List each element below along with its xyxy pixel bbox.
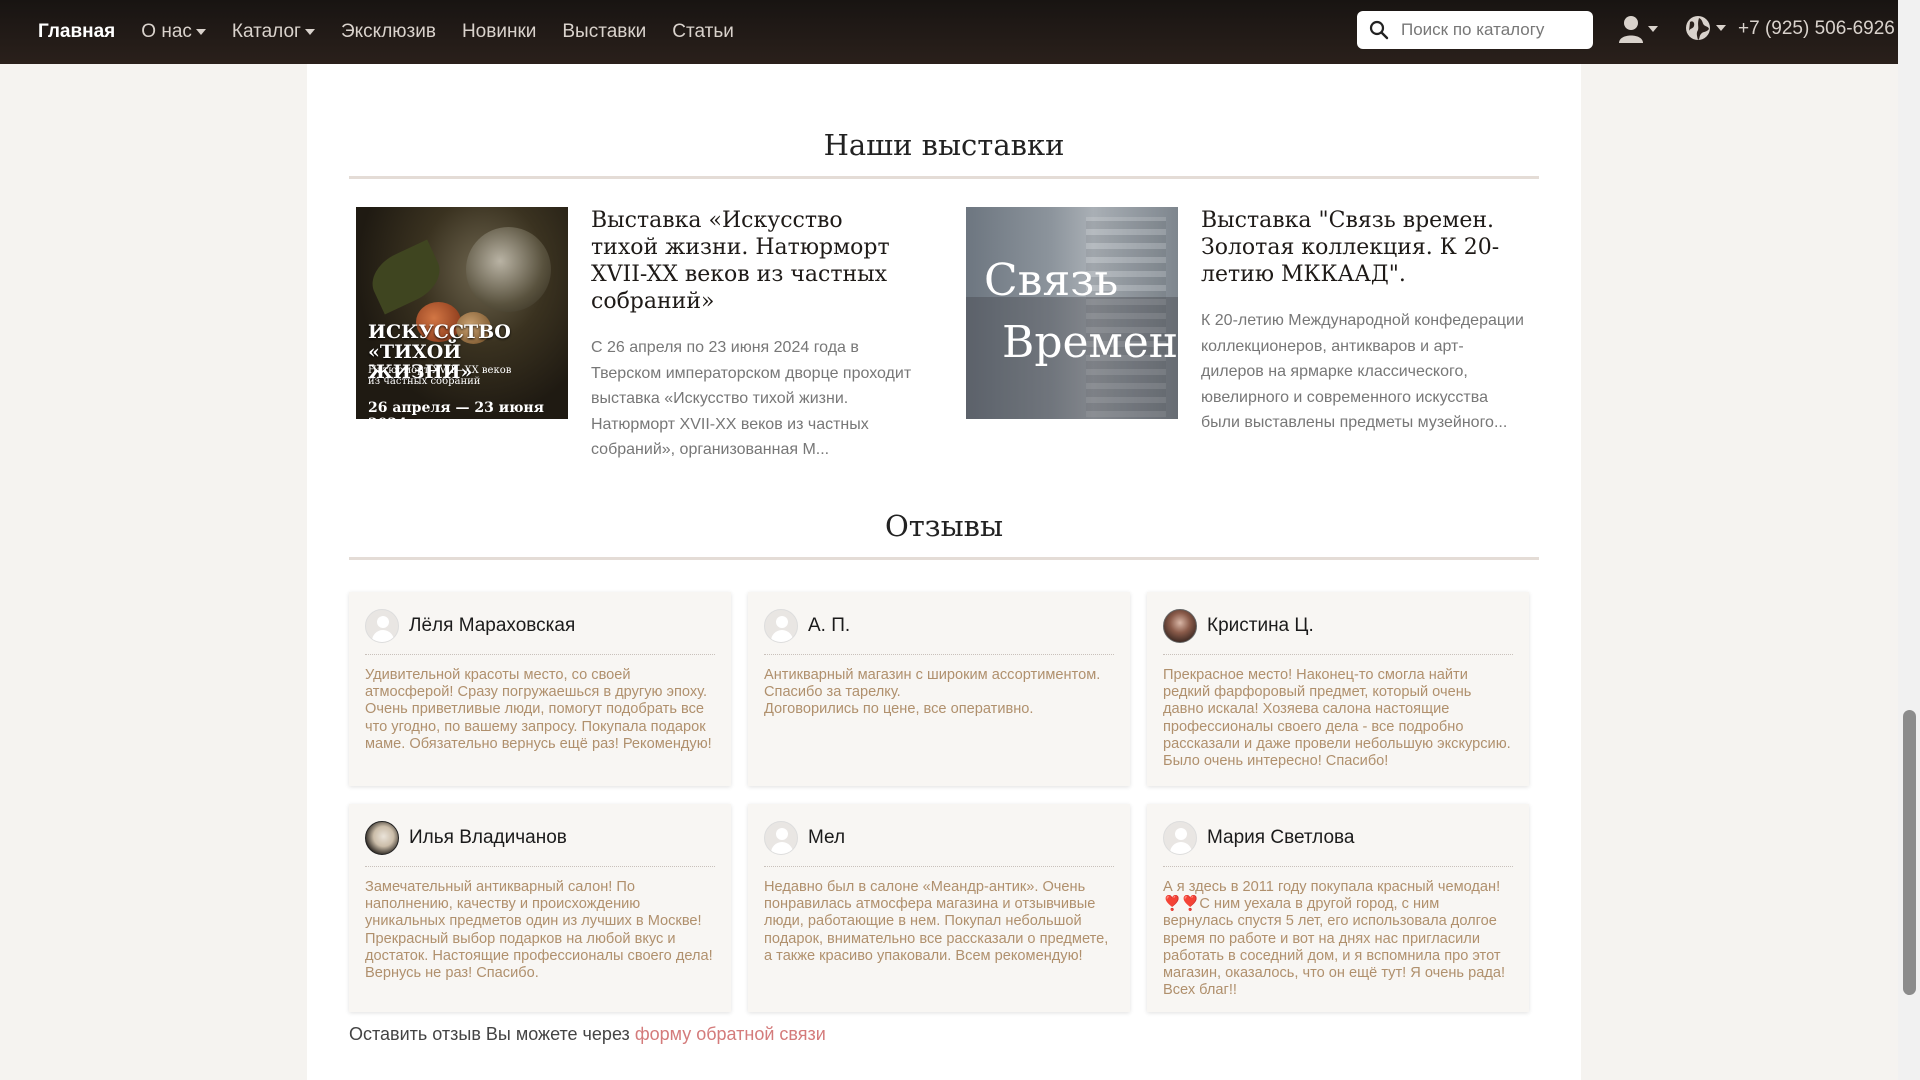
reviewer-name: Мел xyxy=(808,827,846,848)
review-header: Мария Светлова xyxy=(1163,820,1513,856)
review-divider xyxy=(764,654,1114,655)
review-card: Мария Светлова А я здесь в 2011 году пок… xyxy=(1147,804,1529,1012)
exhibition-title[interactable]: Выставка "Связь времен. Золотая коллекци… xyxy=(1201,207,1526,288)
review-text: Прекрасное место! Наконец-то смогла найт… xyxy=(1163,667,1511,770)
review-header: А. П. xyxy=(764,608,1114,644)
review-text: Недавно был в салоне «Меандр-антик». Оче… xyxy=(764,879,1109,964)
exhibition-text: Выставка «Искусство тихой жизни. Натюрмо… xyxy=(591,207,916,463)
reviewer-name: Илья Владичанов xyxy=(409,827,567,848)
exhibitions-divider xyxy=(349,176,1539,179)
feedback-note: Оставить отзыв Вы можете через форму обр… xyxy=(349,1024,826,1045)
nav-home[interactable]: Главная xyxy=(38,21,115,43)
nav-about[interactable]: О нас xyxy=(141,21,206,43)
exhibition-title[interactable]: Выставка «Искусство тихой жизни. Натюрмо… xyxy=(591,207,916,315)
review-card: Кристина Ц. Прекрасное место! Наконец-то… xyxy=(1147,592,1529,786)
top-navbar: Главная О нас Каталог Эксклюзив Новинки … xyxy=(0,0,1898,64)
poster-word: Времен xyxy=(1002,317,1178,368)
feedback-form-link[interactable]: форму обратной связи xyxy=(635,1024,826,1044)
exhibition-description: К 20-летию Международной конфедерации ко… xyxy=(1201,312,1524,431)
language-menu-button[interactable] xyxy=(1684,14,1726,42)
page-scrollbar[interactable] xyxy=(1898,0,1920,1080)
chevron-down-icon xyxy=(1716,25,1726,31)
chevron-down-icon xyxy=(195,29,206,35)
scrollbar-thumb[interactable] xyxy=(1903,710,1916,995)
review-card: Илья Владичанов Замечательный антикварны… xyxy=(349,804,731,1012)
nav-catalog-label: Каталог xyxy=(231,21,301,42)
nav-articles[interactable]: Статьи xyxy=(672,21,734,43)
review-text: Удивительной красоты место, со своей атм… xyxy=(365,667,712,752)
chevron-down-icon xyxy=(304,29,315,35)
avatar xyxy=(365,609,399,643)
main-container: Наши выставки ИСКУССТВО «ТИХОЙ ЖИЗНИ» На… xyxy=(307,64,1581,1080)
reviewer-name: А. П. xyxy=(808,615,851,636)
nav-exclusive[interactable]: Эксклюзив xyxy=(341,21,436,43)
poster-line: Натюрморт XVII—XX веков xyxy=(368,365,512,376)
avatar xyxy=(1163,609,1197,643)
search-input[interactable] xyxy=(1401,20,1581,40)
exhibition-poster-image[interactable]: Связь Времен xyxy=(966,207,1178,419)
user-menu-button[interactable] xyxy=(1618,14,1658,44)
review-text: Замечательный антикварный салон! По напо… xyxy=(365,879,713,982)
reviews-divider xyxy=(349,557,1539,560)
reviewer-name: Мария Светлова xyxy=(1207,827,1355,848)
avatar xyxy=(764,821,798,855)
review-divider xyxy=(1163,866,1513,867)
globe-icon xyxy=(1686,16,1710,40)
feedback-text: Оставить отзыв Вы можете через xyxy=(349,1024,635,1044)
reviews-title: Отзывы xyxy=(884,509,1004,543)
poster-line: ИСКУССТВО xyxy=(368,321,511,343)
avatar xyxy=(764,609,798,643)
user-icon xyxy=(1619,16,1643,43)
chevron-down-icon xyxy=(1648,26,1658,32)
nav-new[interactable]: Новинки xyxy=(462,21,536,43)
exhibition-description: С 26 апреля по 23 июня 2024 года в Тверс… xyxy=(591,339,912,458)
exhibitions-title: Наши выставки xyxy=(823,128,1065,162)
poster-globe xyxy=(466,227,551,312)
review-divider xyxy=(1163,654,1513,655)
nav-exhibitions[interactable]: Выставки xyxy=(562,21,646,43)
review-divider xyxy=(764,866,1114,867)
review-card: Лёля Мараховская Удивительной красоты ме… xyxy=(349,592,731,786)
exhibition-text: Выставка "Связь времен. Золотая коллекци… xyxy=(1201,207,1526,436)
nav-about-label: О нас xyxy=(141,21,192,42)
nav-links: Главная О нас Каталог Эксклюзив Новинки … xyxy=(38,21,760,43)
nav-catalog[interactable]: Каталог xyxy=(232,21,315,43)
review-divider xyxy=(365,654,715,655)
review-header: Лёля Мараховская xyxy=(365,608,715,644)
exhibition-card[interactable]: Связь Времен Выставка "Связь времен. Зол… xyxy=(966,207,1526,437)
review-card: Мел Недавно был в салоне «Меандр-антик».… xyxy=(748,804,1130,1012)
review-header: Мел xyxy=(764,820,1114,856)
phone-number[interactable]: +7 (925) 506-6926 xyxy=(1738,18,1895,40)
avatar xyxy=(365,821,399,855)
review-card: А. П. Антикварный магазин с широким ассо… xyxy=(748,592,1130,786)
exhibition-poster-image[interactable]: ИСКУССТВО «ТИХОЙ ЖИЗНИ» Натюрморт XVII—X… xyxy=(356,207,568,419)
review-text: А я здесь в 2011 году покупала красный ч… xyxy=(1163,879,1506,999)
search-box xyxy=(1357,11,1593,49)
poster-line: из частных собраний xyxy=(368,376,481,387)
review-header: Кристина Ц. xyxy=(1163,608,1513,644)
reviewer-name: Лёля Мараховская xyxy=(409,615,576,636)
poster-word: Связь xyxy=(984,255,1119,306)
review-divider xyxy=(365,866,715,867)
avatar xyxy=(1163,821,1197,855)
poster-dates: 26 апреля — 23 июня 2024 xyxy=(368,400,545,419)
review-text: Антикварный магазин с широким ассортимен… xyxy=(764,667,1101,718)
poster-subtitle: Натюрморт XVII—XX веков из частных собра… xyxy=(368,365,511,387)
review-header: Илья Владичанов xyxy=(365,820,715,856)
reviewer-name: Кристина Ц. xyxy=(1207,615,1314,636)
exhibition-card[interactable]: ИСКУССТВО «ТИХОЙ ЖИЗНИ» Натюрморт XVII—X… xyxy=(356,207,916,458)
search-icon[interactable] xyxy=(1369,20,1389,40)
